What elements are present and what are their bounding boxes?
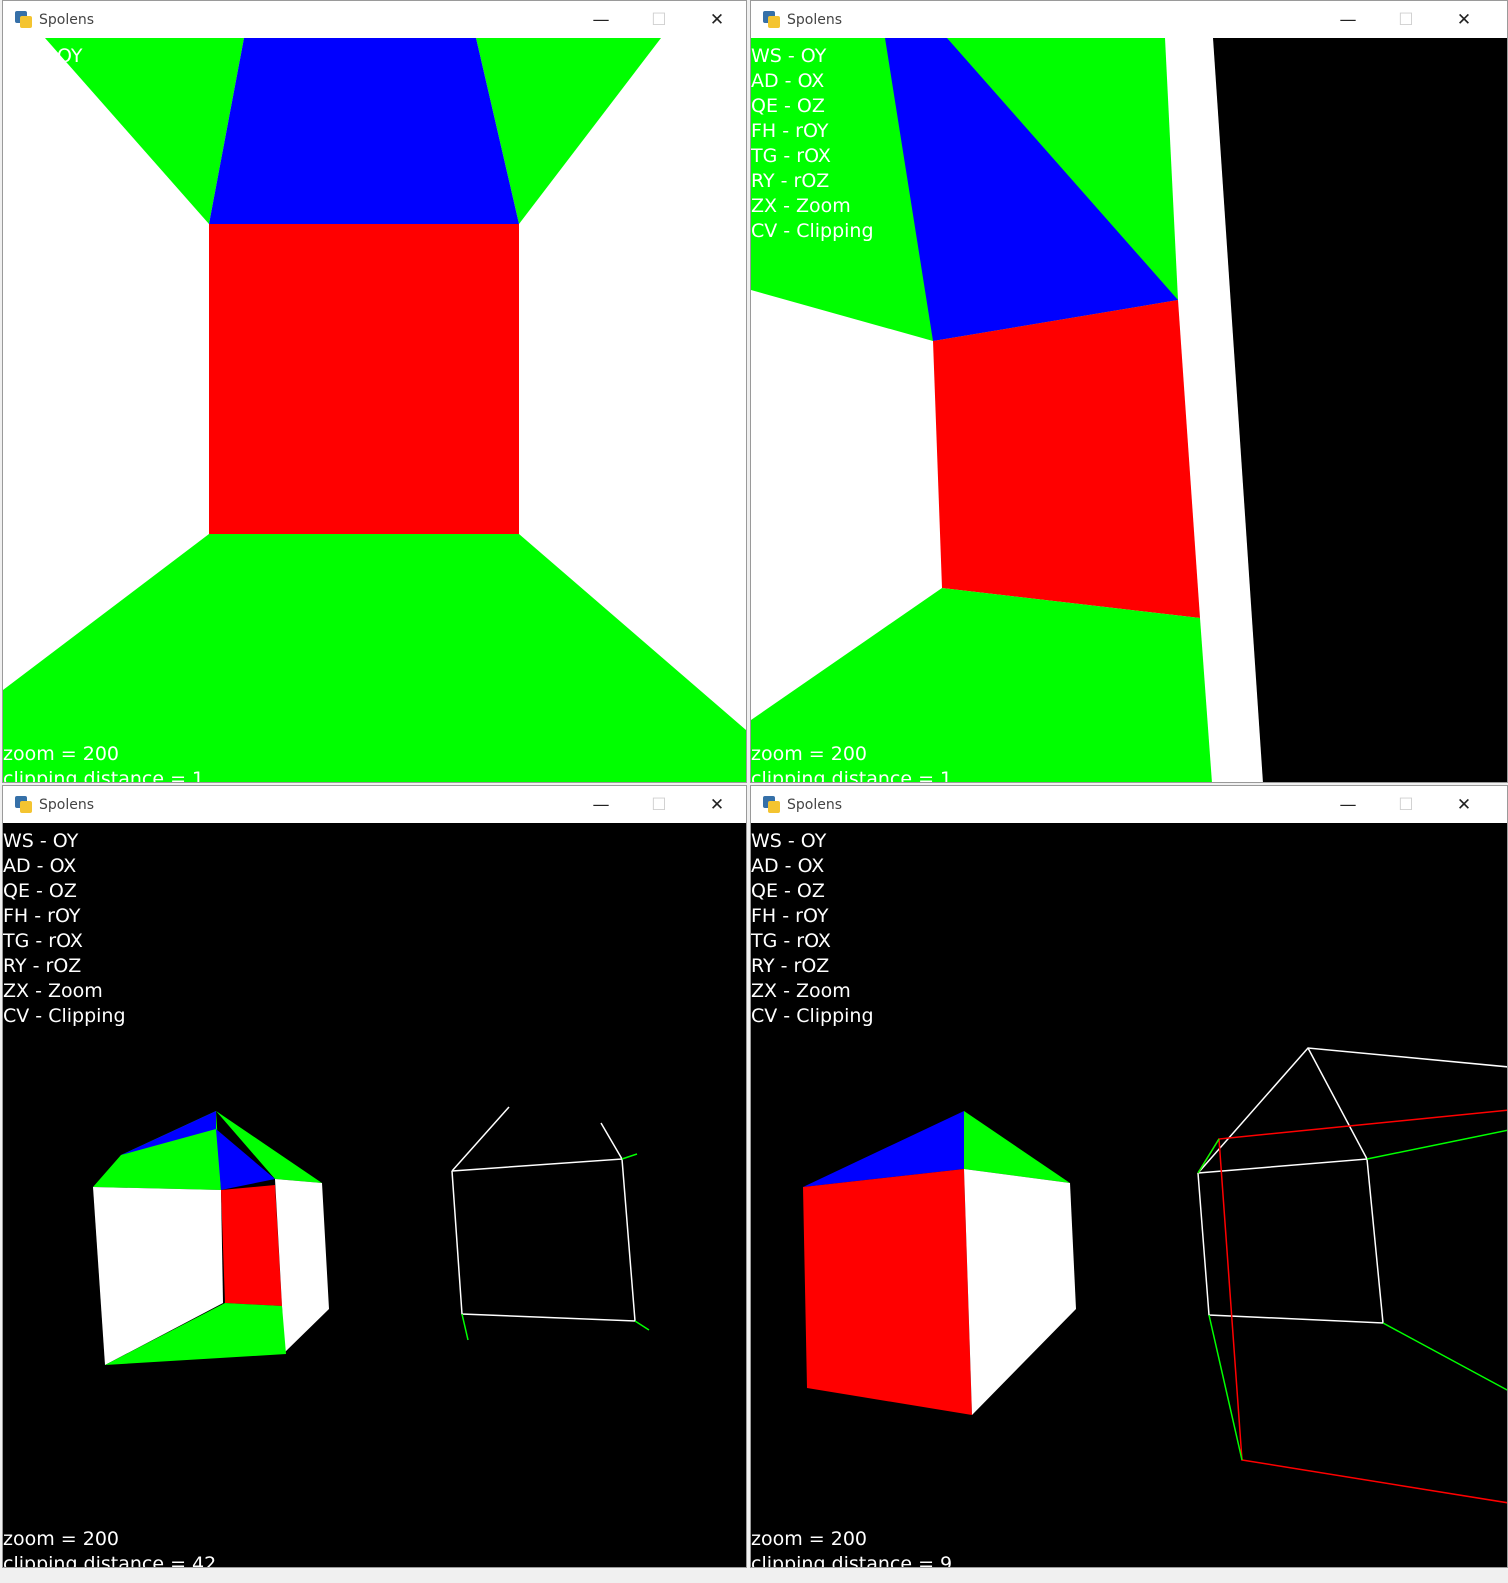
window-title: Spolens bbox=[39, 796, 95, 813]
help-item: WS - OY bbox=[3, 830, 79, 852]
help-item: RY - rOZ bbox=[751, 170, 830, 192]
close-button[interactable]: ✕ bbox=[1435, 1, 1493, 38]
blue-face-top bbox=[209, 38, 519, 224]
window-title: Spolens bbox=[787, 11, 843, 28]
render-canvas[interactable]: WS - OY AD - OX QE - OZ FH - rOY TG - rO… bbox=[751, 823, 1507, 1568]
render-canvas[interactable]: WS - OY AD - OX QE - OZ FH - rOY TG - rO… bbox=[751, 38, 1507, 783]
help-item: FH - rOY bbox=[751, 905, 829, 927]
title-bar[interactable]: Spolens — ☐ ✕ bbox=[3, 786, 746, 823]
help-item: CV - Clipping bbox=[751, 220, 874, 242]
help-item: FH - rOY bbox=[751, 120, 829, 142]
maximize-button[interactable]: ☐ bbox=[630, 786, 688, 823]
zoom-label: zoom = 200 bbox=[751, 1528, 867, 1550]
render-canvas[interactable]: WS - OY AD - OX QE - OZ FH - rOY TG - rO… bbox=[3, 823, 746, 1568]
help-item: RY - rOZ bbox=[3, 955, 82, 977]
help-item: ZX - Zoom bbox=[751, 980, 851, 1002]
minimize-button[interactable]: — bbox=[1319, 1, 1377, 38]
render-canvas[interactable]: OY zoom = 200 clipping distance = 1 bbox=[3, 38, 746, 783]
white-face-right bbox=[964, 1169, 1076, 1415]
red-face-front bbox=[209, 224, 519, 534]
title-bar[interactable]: Spolens — ☐ ✕ bbox=[3, 1, 746, 38]
maximize-button[interactable]: ☐ bbox=[1377, 1, 1435, 38]
status-text: zoom = 200 clipping distance = 42 bbox=[3, 1527, 217, 1568]
help-item: WS - OY bbox=[751, 830, 827, 852]
status-text: zoom = 200 clipping distance = 1 bbox=[3, 742, 205, 783]
spolens-window-3: Spolens — ☐ ✕ WS - OY AD - OX QE - OZ FH… bbox=[2, 785, 747, 1568]
help-item: TG - rOX bbox=[751, 930, 831, 952]
python-app-icon bbox=[763, 11, 780, 28]
title-bar[interactable]: Spolens — ☐ ✕ bbox=[751, 786, 1507, 823]
red-face-inner bbox=[221, 1185, 282, 1306]
wireframe-green-edges bbox=[461, 1153, 650, 1341]
help-item: QE - OZ bbox=[3, 880, 77, 902]
python-app-icon bbox=[15, 796, 32, 813]
close-button[interactable]: ✕ bbox=[688, 786, 746, 823]
scene-drawing bbox=[3, 38, 746, 782]
zoom-label: zoom = 200 bbox=[3, 1528, 119, 1550]
zoom-label: zoom = 200 bbox=[751, 743, 867, 765]
spolens-window-2: Spolens — ☐ ✕ WS - OY AD - OX QE - OZ FH… bbox=[750, 0, 1508, 783]
window-title: Spolens bbox=[39, 11, 95, 28]
help-item: RY - rOZ bbox=[751, 955, 830, 977]
clipping-label: clipping distance = 1 bbox=[751, 768, 953, 783]
help-item: ZX - Zoom bbox=[751, 195, 851, 217]
status-text: zoom = 200 clipping distance = 1 bbox=[751, 742, 953, 783]
help-list: WS - OY AD - OX QE - OZ FH - rOY TG - rO… bbox=[3, 829, 126, 1029]
minimize-button[interactable]: — bbox=[1319, 786, 1377, 823]
help-item: AD - OX bbox=[3, 855, 77, 877]
help-item: OY bbox=[57, 45, 83, 67]
status-text: zoom = 200 clipping distance = 9 bbox=[751, 1527, 953, 1568]
spolens-window-4: Spolens — ☐ ✕ WS - OY AD - OX QE - OZ FH… bbox=[750, 785, 1508, 1568]
clipping-label: clipping distance = 42 bbox=[3, 1553, 217, 1568]
help-item: AD - OX bbox=[751, 70, 825, 92]
help-item: TG - rOX bbox=[751, 145, 831, 167]
help-item: TG - rOX bbox=[3, 930, 83, 952]
title-bar[interactable]: Spolens — ☐ ✕ bbox=[751, 1, 1507, 38]
minimize-button[interactable]: — bbox=[572, 786, 630, 823]
python-app-icon bbox=[763, 796, 780, 813]
help-list: OY bbox=[57, 44, 83, 69]
help-item: AD - OX bbox=[751, 855, 825, 877]
zoom-label: zoom = 200 bbox=[3, 743, 119, 765]
help-list: WS - OY AD - OX QE - OZ FH - rOY TG - rO… bbox=[751, 44, 874, 244]
window-title: Spolens bbox=[787, 796, 843, 813]
wireframe-green-edges bbox=[1197, 1129, 1507, 1461]
help-item: QE - OZ bbox=[751, 95, 825, 117]
help-item: WS - OY bbox=[751, 45, 827, 67]
help-item: CV - Clipping bbox=[751, 1005, 874, 1027]
close-button[interactable]: ✕ bbox=[1435, 786, 1493, 823]
python-app-icon bbox=[15, 11, 32, 28]
help-list: WS - OY AD - OX QE - OZ FH - rOY TG - rO… bbox=[751, 829, 874, 1029]
wireframe-cube bbox=[1197, 1047, 1507, 1324]
close-button[interactable]: ✕ bbox=[688, 1, 746, 38]
maximize-button[interactable]: ☐ bbox=[630, 1, 688, 38]
wireframe-cube bbox=[451, 1106, 636, 1322]
help-item: FH - rOY bbox=[3, 905, 81, 927]
help-item: QE - OZ bbox=[751, 880, 825, 902]
red-face-front bbox=[803, 1169, 972, 1415]
help-item: CV - Clipping bbox=[3, 1005, 126, 1027]
red-face-front bbox=[933, 300, 1200, 618]
maximize-button[interactable]: ☐ bbox=[1377, 786, 1435, 823]
clipping-label: clipping distance = 9 bbox=[751, 1553, 953, 1568]
clipping-label: clipping distance = 1 bbox=[3, 768, 205, 783]
minimize-button[interactable]: — bbox=[572, 1, 630, 38]
help-item: ZX - Zoom bbox=[3, 980, 103, 1002]
spolens-window-1: Spolens — ☐ ✕ OY zoom = 200 clipping dis… bbox=[2, 0, 747, 783]
